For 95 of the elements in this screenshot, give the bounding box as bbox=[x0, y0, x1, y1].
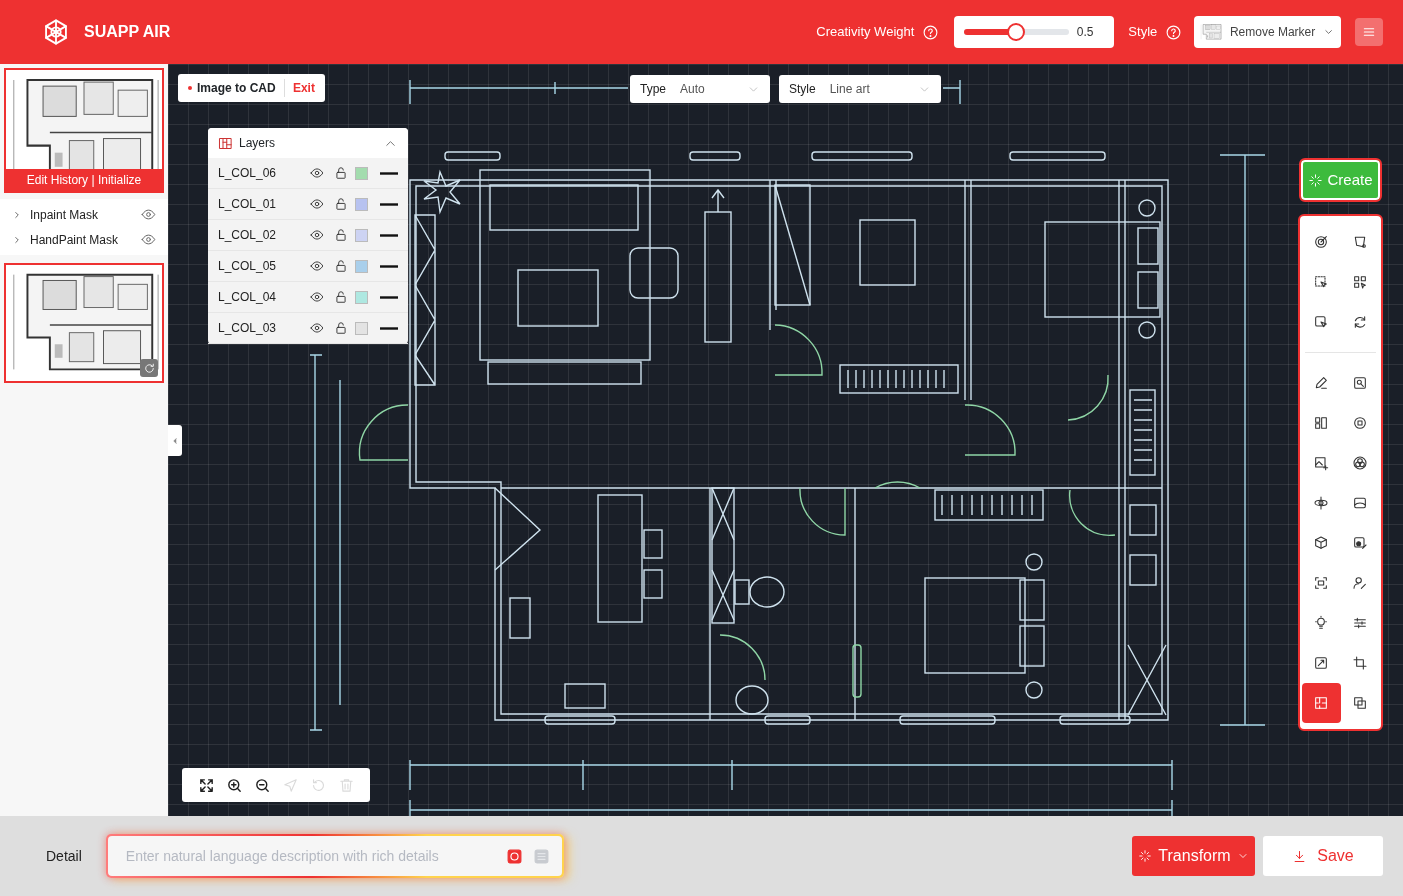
unlock-icon bbox=[334, 259, 348, 273]
grid-select-icon bbox=[1351, 274, 1368, 290]
floor-plan-tool[interactable] bbox=[1302, 683, 1341, 723]
image-pick-icon bbox=[505, 847, 523, 865]
eye-icon bbox=[310, 197, 324, 211]
type-select[interactable]: Type Auto bbox=[630, 75, 770, 103]
chevron-right-icon bbox=[12, 209, 22, 220]
line-style-icon bbox=[380, 202, 398, 206]
orbit-icon bbox=[1313, 495, 1330, 511]
layer-color-swatch[interactable] bbox=[354, 290, 368, 304]
eye-icon bbox=[310, 228, 324, 242]
mask-label[interactable]: Inpaint Mask bbox=[30, 205, 99, 224]
menu-button[interactable] bbox=[1355, 18, 1383, 46]
help-icon bbox=[1165, 23, 1183, 41]
line-style-icon bbox=[380, 171, 398, 175]
mask-label[interactable]: HandPaint Mask bbox=[30, 230, 119, 249]
eye-icon bbox=[141, 232, 156, 247]
creativity-weight-label: Creativity Weight bbox=[816, 23, 915, 42]
cursor-frame-icon bbox=[1313, 314, 1330, 330]
sliders-icon bbox=[1351, 615, 1368, 631]
logo-icon bbox=[42, 18, 70, 46]
detail-label: Detail bbox=[46, 846, 82, 866]
help-icon bbox=[922, 23, 940, 41]
copy-icon bbox=[1351, 695, 1368, 711]
select-area-icon bbox=[1313, 274, 1330, 290]
refresh-button[interactable] bbox=[140, 359, 158, 377]
unlock-icon bbox=[334, 197, 348, 211]
box-icon bbox=[1313, 535, 1330, 551]
edit-history-bar[interactable]: Edit History | Initialize bbox=[6, 169, 162, 191]
expand-icon bbox=[1313, 655, 1330, 671]
exit-link[interactable]: Exit bbox=[283, 79, 315, 97]
layers-icon bbox=[218, 135, 233, 151]
chevron-left-icon bbox=[170, 435, 180, 446]
brand-name: SUAPP AIR bbox=[84, 22, 171, 42]
crop-icon bbox=[1351, 655, 1368, 671]
line-style-icon bbox=[380, 264, 398, 268]
refresh-icon bbox=[142, 361, 156, 375]
eye-icon bbox=[310, 290, 324, 304]
layers-title: Layers bbox=[239, 135, 276, 152]
collapse-handle[interactable] bbox=[168, 425, 182, 456]
unlock-icon bbox=[334, 228, 348, 242]
prompt-box[interactable]: Enter natural language description with rich details bbox=[107, 836, 562, 876]
eye-icon bbox=[310, 259, 324, 273]
slider-value: 0.5 bbox=[1076, 24, 1094, 41]
target-icon bbox=[1313, 234, 1330, 250]
eye-icon bbox=[310, 166, 324, 180]
bulb-icon bbox=[1313, 615, 1330, 631]
style-select[interactable]: Style Line art bbox=[779, 75, 941, 103]
zoom-in-icon bbox=[225, 776, 243, 794]
layer-color-swatch[interactable] bbox=[354, 259, 368, 273]
image-paint-icon bbox=[1351, 535, 1368, 551]
door-swing bbox=[358, 404, 409, 461]
navigation-icon bbox=[281, 776, 299, 794]
dimension-line bbox=[942, 79, 961, 105]
style-label: Style bbox=[1128, 23, 1158, 42]
eye-icon bbox=[141, 207, 156, 222]
unlock-icon bbox=[334, 290, 348, 304]
line-style-icon bbox=[380, 295, 398, 299]
layer-name: L_COL_01 bbox=[218, 196, 278, 213]
unlock-icon bbox=[334, 166, 348, 180]
download-icon bbox=[1292, 848, 1308, 864]
line-style-icon bbox=[380, 326, 398, 330]
layer-color-swatch[interactable] bbox=[354, 197, 368, 211]
transform-button[interactable]: Transform bbox=[1132, 836, 1255, 876]
sparkle-icon bbox=[1308, 172, 1324, 188]
image-search-icon bbox=[1351, 375, 1368, 391]
layer-color-swatch[interactable] bbox=[354, 321, 368, 335]
style-select[interactable]: Remove Marker bbox=[1193, 16, 1341, 48]
unlock-icon bbox=[334, 321, 348, 335]
scan-icon bbox=[1313, 575, 1330, 591]
chevron-right-icon bbox=[12, 234, 22, 245]
fullscreen-icon bbox=[197, 776, 215, 794]
layer-name: L_COL_04 bbox=[218, 289, 278, 306]
zoom-out-icon bbox=[253, 776, 271, 794]
save-button[interactable]: Save bbox=[1263, 836, 1383, 876]
layer-name: L_COL_06 bbox=[218, 165, 278, 182]
layer-color-swatch[interactable] bbox=[354, 228, 368, 242]
pencil-icon bbox=[1313, 375, 1330, 391]
layer-color-swatch[interactable] bbox=[354, 166, 368, 180]
line-style-icon bbox=[380, 233, 398, 237]
image-frame-icon bbox=[1351, 495, 1368, 511]
sparkle-icon bbox=[1138, 849, 1153, 863]
eye-icon bbox=[310, 321, 324, 335]
creativity-slider[interactable]: 0.5 bbox=[953, 16, 1114, 48]
user-edit-icon bbox=[1351, 575, 1368, 591]
layer-name: L_COL_05 bbox=[218, 258, 278, 275]
layer-name: L_COL_02 bbox=[218, 227, 278, 244]
mode-title: Image to CAD bbox=[197, 80, 276, 97]
floor-plan-icon bbox=[1313, 695, 1330, 711]
layout-icon bbox=[1313, 415, 1330, 431]
image-add-icon bbox=[1313, 455, 1330, 471]
circles-icon bbox=[1351, 455, 1368, 471]
delete-icon bbox=[337, 776, 355, 794]
image-upload-icon bbox=[532, 847, 550, 865]
layer-name: L_COL_03 bbox=[218, 320, 278, 337]
